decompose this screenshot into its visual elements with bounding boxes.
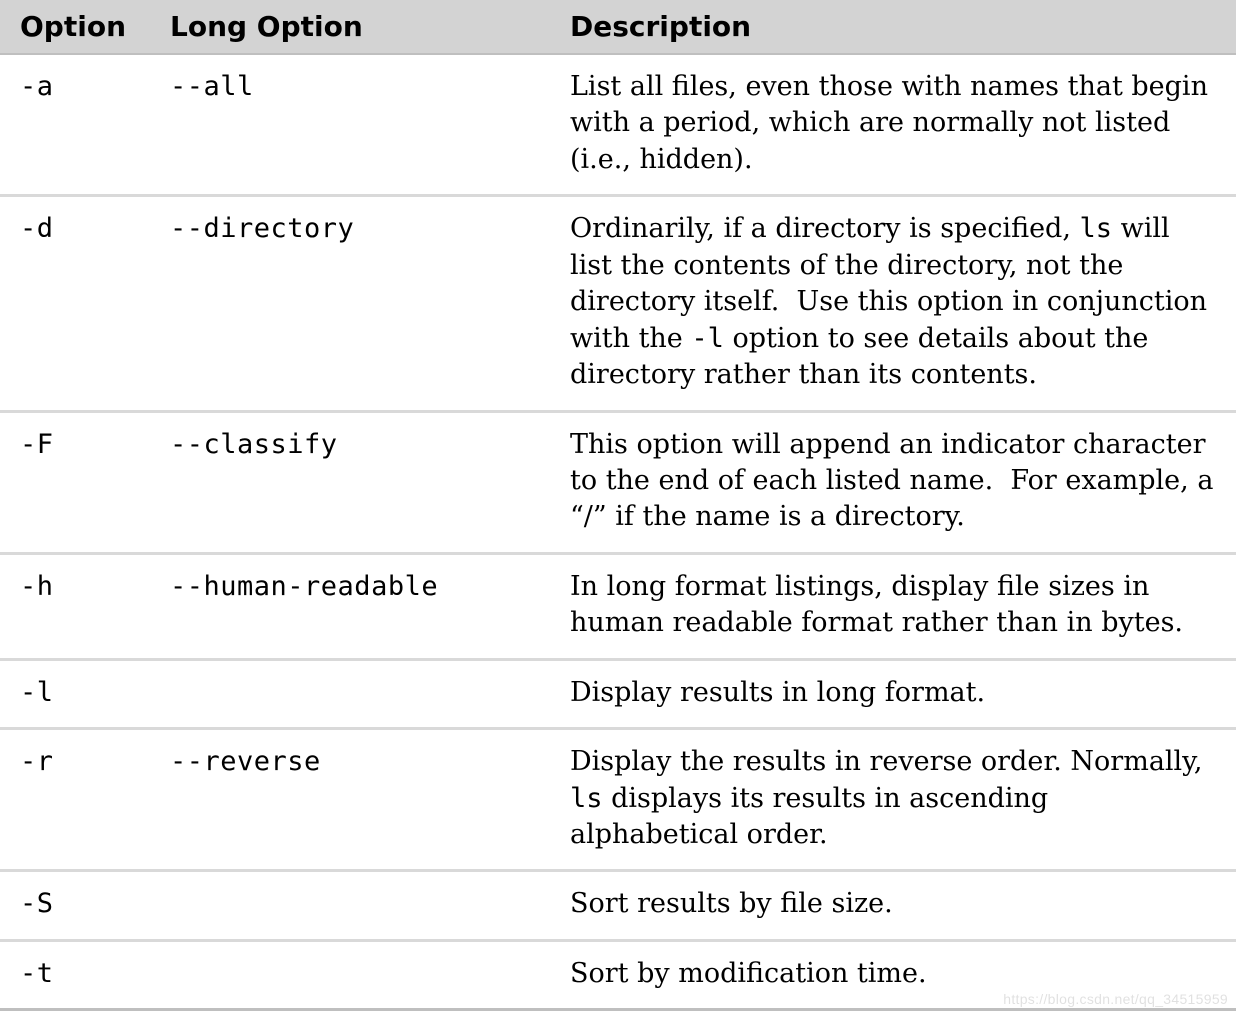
cell-option-long: --human-readable [150,553,550,659]
cell-option-short: -a [0,54,150,196]
cell-description: Ordinarily, if a directory is specified,… [550,196,1236,411]
table-row: -l Display results in long format. [0,659,1236,728]
page: Option Long Option Description -a--allLi… [0,0,1236,1011]
cell-option-short: -S [0,871,150,940]
cell-option-long [150,940,550,1009]
cell-option-long [150,871,550,940]
options-table: Option Long Option Description -a--allLi… [0,0,1236,1011]
table-row: -F--classifyThis option will append an i… [0,411,1236,553]
table-head: Option Long Option Description [0,0,1236,54]
cell-option-long: --directory [150,196,550,411]
cell-option-long: --reverse [150,729,550,871]
table-row: -a--allList all files, even those with n… [0,54,1236,196]
table-row: -h--human-readableIn long format listing… [0,553,1236,659]
col-header-long-option: Long Option [150,0,550,54]
col-header-description: Description [550,0,1236,54]
cell-option-short: -F [0,411,150,553]
table-row: -S Sort results by file size. [0,871,1236,940]
table-row: -d--directoryOrdinarily, if a directory … [0,196,1236,411]
col-header-option: Option [0,0,150,54]
cell-description: Display results in long format. [550,659,1236,728]
cell-description: Sort results by file size. [550,871,1236,940]
table-body: -a--allList all files, even those with n… [0,54,1236,1010]
table-row: -r--reverseDisplay the results in revers… [0,729,1236,871]
cell-description: This option will append an indicator cha… [550,411,1236,553]
cell-option-short: -r [0,729,150,871]
cell-option-short: -h [0,553,150,659]
cell-description: Sort by modification time. [550,940,1236,1009]
cell-option-long: --all [150,54,550,196]
cell-option-short: -d [0,196,150,411]
cell-option-long: --classify [150,411,550,553]
cell-option-short: -l [0,659,150,728]
table-row: -t Sort by modification time. [0,940,1236,1009]
cell-description: List all files, even those with names th… [550,54,1236,196]
cell-option-short: -t [0,940,150,1009]
cell-description: In long format listings, display file si… [550,553,1236,659]
cell-option-long [150,659,550,728]
cell-description: Display the results in reverse order. No… [550,729,1236,871]
